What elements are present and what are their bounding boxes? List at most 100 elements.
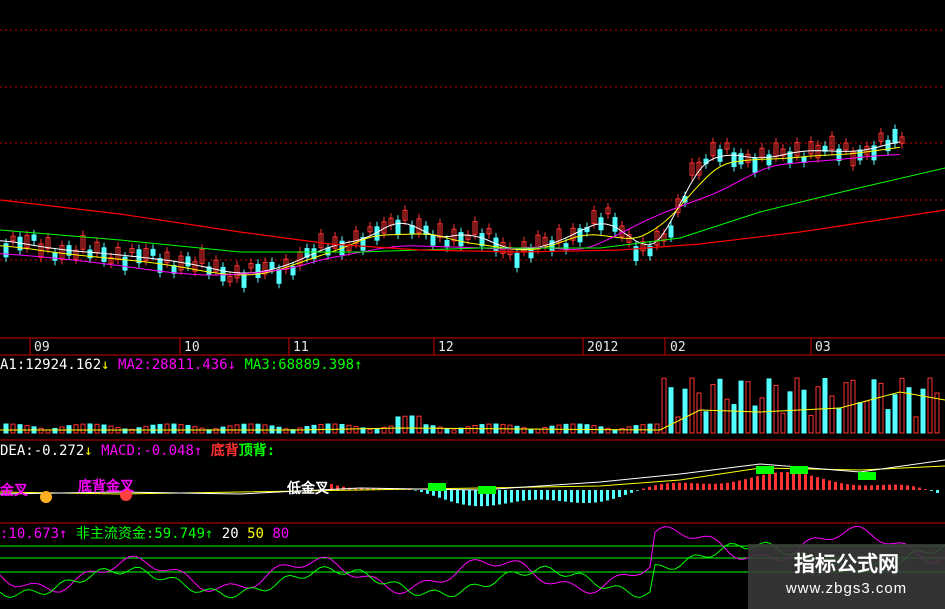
- volume-bar: [766, 378, 772, 434]
- macd-bar: [648, 486, 651, 490]
- volume-bar: [927, 377, 933, 434]
- volume-bar: [829, 395, 835, 434]
- volume-bar: [171, 423, 177, 434]
- macd-bar: [732, 481, 735, 490]
- volume-bar: [234, 424, 240, 434]
- macd-bar: [474, 490, 477, 507]
- volume-bar: [654, 423, 660, 434]
- fund-level-80: 80: [272, 526, 290, 542]
- volume-bar: [542, 427, 548, 434]
- watermark-title: 指标公式网: [794, 553, 899, 576]
- macd-bar: [702, 483, 705, 490]
- macd-bar: [834, 481, 837, 490]
- volume-bar: [619, 427, 625, 434]
- candle-body: [857, 149, 863, 161]
- volume-bar: [416, 415, 422, 434]
- volume-bar: [262, 424, 268, 434]
- volume-bar: [577, 423, 583, 434]
- macd-indicator-line: DEA:-0.272↓ MACD:-0.048↑ 底背顶背:: [0, 443, 275, 459]
- down-arrow-icon: ↓: [227, 357, 237, 373]
- volume-bar: [878, 382, 884, 434]
- macd-bar: [786, 472, 789, 490]
- macd-bar: [798, 473, 801, 490]
- macd-bar: [468, 490, 471, 506]
- macd-bar: [564, 490, 567, 502]
- volume-bar: [353, 425, 359, 434]
- volume-bar: [24, 425, 30, 434]
- macd-bar: [498, 490, 501, 505]
- volume-bar: [745, 381, 751, 434]
- volume-bar: [871, 379, 877, 434]
- macd-bar: [882, 484, 885, 490]
- macd-bar: [552, 490, 555, 501]
- volume-bar: [213, 428, 219, 434]
- volume-bar: [367, 428, 373, 434]
- volume-bar: [451, 429, 457, 434]
- volume-bar: [10, 423, 16, 434]
- volume-bar: [3, 423, 9, 434]
- volume-bar: [52, 427, 58, 434]
- macd-bar: [810, 475, 813, 490]
- candle-body: [157, 258, 163, 273]
- volume-bar: [850, 379, 856, 434]
- macd-bar: [894, 484, 897, 490]
- macd-bar: [630, 490, 633, 493]
- volume-bar: [402, 415, 408, 434]
- macd-bar: [588, 490, 591, 503]
- macd-bar: [720, 483, 723, 490]
- macd-bar: [750, 477, 753, 490]
- macd-bar: [726, 482, 729, 490]
- vol-a1-value: A1:12924.162: [0, 357, 102, 373]
- volume-bar: [388, 425, 394, 434]
- volume-bar: [647, 423, 653, 434]
- macd-bar: [912, 486, 915, 490]
- candle-body: [892, 128, 898, 144]
- macd-bar: [696, 483, 699, 490]
- candle-body: [514, 252, 520, 268]
- macd-bar: [708, 483, 711, 490]
- up-arrow-icon: ↑: [193, 443, 203, 459]
- volume-bar: [94, 423, 100, 434]
- date-label-09: 09: [34, 340, 50, 355]
- volume-bar: [409, 415, 415, 434]
- volume-bar: [752, 405, 758, 434]
- macd-bar: [636, 490, 639, 491]
- macd-line: [0, 459, 945, 495]
- volume-bar: [227, 425, 233, 434]
- macd-bar: [888, 484, 891, 490]
- macd-bar: [462, 490, 465, 505]
- candle-body: [612, 217, 618, 232]
- volume-bar: [430, 425, 436, 434]
- volume-bar: [808, 414, 814, 434]
- date-label-10: 10: [184, 340, 200, 355]
- volume-bar: [584, 424, 590, 434]
- ma5-line: [0, 141, 901, 274]
- volume-bar: [38, 427, 44, 434]
- down-arrow-icon: ↓: [84, 443, 93, 459]
- volume-bar: [913, 416, 919, 434]
- macd-bar: [858, 485, 861, 490]
- bottom-div-golden-cross-label: 底背金叉: [78, 479, 134, 495]
- volume-bar: [178, 424, 184, 434]
- volume-bar: [703, 411, 709, 434]
- macd-bar: [690, 483, 693, 490]
- volume-bar: [773, 384, 779, 434]
- candle-body: [717, 149, 723, 162]
- macd-bar: [534, 490, 537, 500]
- candle-body: [241, 274, 247, 288]
- top-divergence-label: 顶背:: [238, 443, 276, 459]
- up-arrow-icon: ↑: [204, 526, 214, 542]
- macd-value: MACD:-0.048: [101, 443, 194, 459]
- kline-chart[interactable]: [0, 0, 945, 609]
- macd-bar: [654, 485, 657, 490]
- date-label-12: 12: [438, 340, 454, 355]
- macd-bar: [792, 472, 795, 490]
- macd-bar: [918, 487, 921, 490]
- volume-bar: [374, 428, 380, 434]
- macd-bar: [768, 473, 771, 490]
- macd-bar: [774, 472, 777, 490]
- macd-bar: [816, 477, 819, 490]
- macd-bar: [576, 490, 579, 503]
- macd-bar: [780, 472, 783, 490]
- macd-bar: [744, 479, 747, 490]
